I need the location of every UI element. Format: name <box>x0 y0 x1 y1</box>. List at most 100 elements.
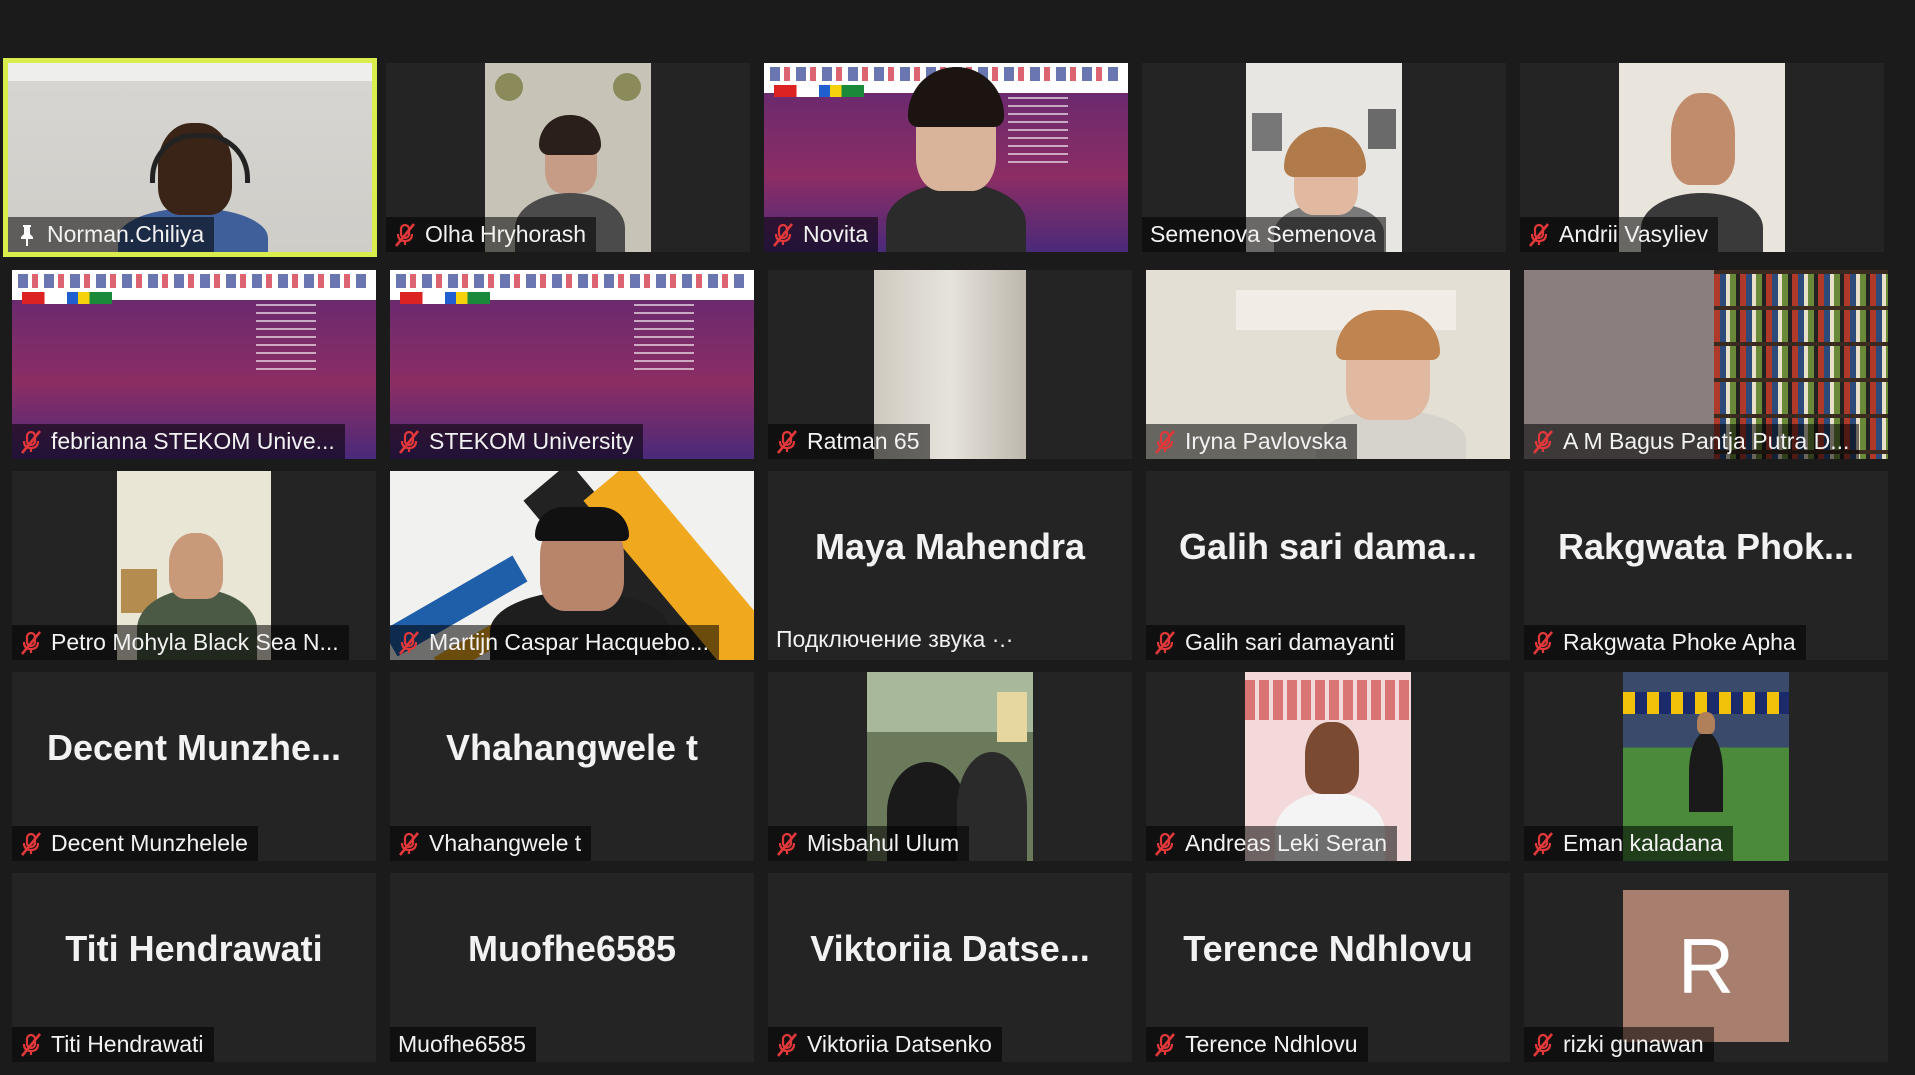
participant-name-tag: Eman kaladana <box>1524 826 1733 861</box>
participant-name: Norman.Chiliya <box>47 221 205 247</box>
participant-tile[interactable]: Semenova Semenova <box>1142 63 1506 252</box>
participant-name: Titi Hendrawati <box>51 1031 204 1057</box>
participant-tile[interactable]: A M Bagus Pantja Putra D... <box>1524 270 1888 459</box>
mic-muted-icon <box>398 631 420 655</box>
mic-muted-icon <box>776 430 798 454</box>
mic-muted-icon <box>1154 1033 1176 1057</box>
participant-name-tag: Rakgwata Phoke Apha <box>1524 625 1806 660</box>
participant-name: Terence Ndhlovu <box>1185 1031 1358 1057</box>
mic-muted-icon <box>20 430 42 454</box>
participant-tile[interactable]: Terence Ndhlovu Terence Ndhlovu <box>1146 873 1510 1062</box>
participant-name: Petro Mohyla Black Sea N... <box>51 629 339 655</box>
participant-name: rizki gunawan <box>1563 1031 1704 1057</box>
mic-muted-icon <box>1528 223 1550 247</box>
avatar-letter: R <box>1677 921 1735 1010</box>
mic-muted-icon <box>1532 1033 1554 1057</box>
mic-muted-icon <box>776 832 798 856</box>
mic-muted-icon <box>398 832 420 856</box>
participant-display-name: Decent Munzhe... <box>46 727 342 768</box>
participant-display-name: Rakgwata Phok... <box>1557 526 1855 567</box>
mic-muted-icon <box>20 832 42 856</box>
participant-tile[interactable]: Andreas Leki Seran <box>1146 672 1510 861</box>
mic-muted-icon <box>1154 631 1176 655</box>
participant-name: Muofhe6585 <box>398 1031 526 1057</box>
mic-muted-icon <box>20 1033 42 1057</box>
participant-display-name: Vhahangwele t <box>445 727 699 768</box>
participant-tile[interactable]: Galih sari dama... Galih sari damayanti <box>1146 471 1510 660</box>
participant-display-name: Muofhe6585 <box>467 928 677 969</box>
participant-name-tag: Martijn Caspar Hacquebo... <box>390 625 719 660</box>
participant-tile[interactable]: Eman kaladana <box>1524 672 1888 861</box>
participant-name-tag: STEKOM University <box>390 424 644 459</box>
participant-name-tag: Decent Munzhelele <box>12 826 258 861</box>
participant-name: Ratman 65 <box>807 428 920 454</box>
participant-tile[interactable]: Maya Mahendra Подключение звука ·.· <box>768 471 1132 660</box>
participant-name-tag: Vhahangwele t <box>390 826 592 861</box>
participant-name-tag: Olha Hryhorash <box>386 217 597 252</box>
participant-tile[interactable]: Muofhe6585 Muofhe6585 <box>390 873 754 1062</box>
participant-avatar: R <box>1623 890 1789 1042</box>
participant-name: Vhahangwele t <box>429 830 582 856</box>
participant-name-tag: A M Bagus Pantja Putra D... <box>1524 424 1860 459</box>
participant-name-tag: Novita <box>764 217 879 252</box>
participant-tile[interactable]: febrianna STEKOM Unive... <box>12 270 376 459</box>
audio-connecting-status: Подключение звука ·.· <box>776 626 1014 652</box>
pin-icon[interactable] <box>16 223 38 247</box>
participant-name: Martijn Caspar Hacquebo... <box>429 629 709 655</box>
participant-name: Novita <box>803 221 869 247</box>
participant-tile[interactable]: Ratman 65 <box>768 270 1132 459</box>
participant-tile[interactable]: Titi Hendrawati Titi Hendrawati <box>12 873 376 1062</box>
participant-tile[interactable]: Martijn Caspar Hacquebo... <box>390 471 754 660</box>
mic-muted-icon <box>1532 631 1554 655</box>
participant-tile[interactable]: Decent Munzhe... Decent Munzhelele <box>12 672 376 861</box>
participant-tile[interactable]: Misbahul Ulum <box>768 672 1132 861</box>
participant-name: Decent Munzhelele <box>51 830 248 856</box>
participant-name-tag: Misbahul Ulum <box>768 826 970 861</box>
mic-muted-icon <box>1532 832 1554 856</box>
participant-name-tag: Terence Ndhlovu <box>1146 1027 1368 1062</box>
participant-tile[interactable]: Novita <box>764 63 1128 252</box>
participant-tile[interactable]: Viktoriia Datse... Viktoriia Datsenko <box>768 873 1132 1062</box>
participant-tile[interactable]: Rakgwata Phok... Rakgwata Phoke Apha <box>1524 471 1888 660</box>
participant-name: Rakgwata Phoke Apha <box>1563 629 1796 655</box>
mic-muted-icon <box>20 631 42 655</box>
participant-display-name: Maya Mahendra <box>814 526 1086 567</box>
mic-muted-icon <box>1532 430 1554 454</box>
participant-name-tag: febrianna STEKOM Unive... <box>12 424 345 459</box>
participant-name: Andreas Leki Seran <box>1185 830 1388 856</box>
participant-display-name: Galih sari dama... <box>1178 526 1478 567</box>
participant-name-tag: Muofhe6585 <box>390 1027 536 1062</box>
mic-muted-icon <box>1154 430 1176 454</box>
participant-name: febrianna STEKOM Unive... <box>51 428 335 454</box>
participant-name-tag: Norman.Chiliya <box>8 217 215 252</box>
participant-name: Andrii Vasyliev <box>1559 221 1709 247</box>
participant-name-tag: Andreas Leki Seran <box>1146 826 1398 861</box>
participant-tile[interactable]: R rizki gunawan <box>1524 873 1888 1062</box>
participant-tile[interactable]: Petro Mohyla Black Sea N... <box>12 471 376 660</box>
participant-name: A M Bagus Pantja Putra D... <box>1563 428 1850 454</box>
participant-name: Eman kaladana <box>1563 830 1723 856</box>
participant-tile[interactable]: Norman.Chiliya <box>3 58 377 257</box>
participant-tile[interactable]: Andrii Vasyliev <box>1520 63 1884 252</box>
participant-name-tag: Titi Hendrawati <box>12 1027 214 1062</box>
participant-name: STEKOM University <box>429 428 634 454</box>
participant-name-tag: rizki gunawan <box>1524 1027 1714 1062</box>
participant-name-tag: Ratman 65 <box>768 424 930 459</box>
participant-name: Semenova Semenova <box>1150 221 1377 247</box>
participant-name: Olha Hryhorash <box>425 221 587 247</box>
mic-muted-icon <box>772 223 794 247</box>
mic-muted-icon <box>776 1033 798 1057</box>
participant-name-tag: Iryna Pavlovska <box>1146 424 1358 459</box>
participant-tile[interactable]: Iryna Pavlovska <box>1146 270 1510 459</box>
participant-tile[interactable]: STEKOM University <box>390 270 754 459</box>
participant-tile[interactable]: Vhahangwele t Vhahangwele t <box>390 672 754 861</box>
mic-muted-icon <box>394 223 416 247</box>
participant-name: Iryna Pavlovska <box>1185 428 1348 454</box>
participant-name-tag: Semenova Semenova <box>1142 217 1387 252</box>
participant-name-tag: Galih sari damayanti <box>1146 625 1405 660</box>
participant-tile[interactable]: Olha Hryhorash <box>386 63 750 252</box>
participant-name: Misbahul Ulum <box>807 830 960 856</box>
participant-name: Galih sari damayanti <box>1185 629 1395 655</box>
participant-name: Viktoriia Datsenko <box>807 1031 992 1057</box>
participant-name-tag: Petro Mohyla Black Sea N... <box>12 625 349 660</box>
